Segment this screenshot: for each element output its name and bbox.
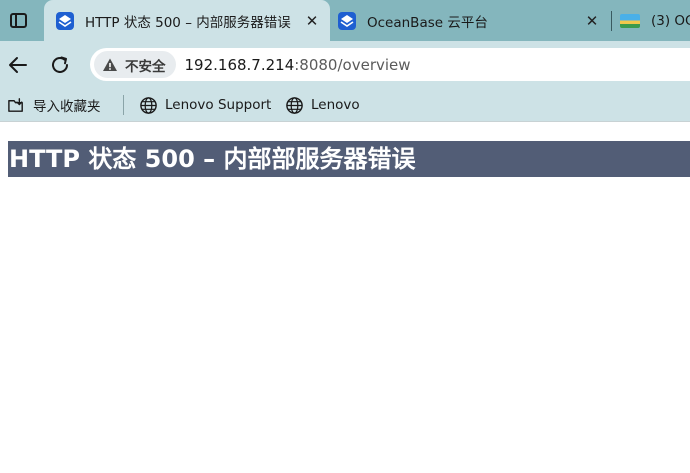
tab-actions-button[interactable]	[0, 0, 36, 41]
close-icon[interactable]: ✕	[582, 12, 602, 30]
page-content: HTTP 状态 500 – 内部部服务器错误	[0, 122, 690, 473]
url-host: 192.168.7.214	[184, 55, 295, 74]
browser-toolbar: 不安全 192.168.7.214:8080/overview	[0, 41, 690, 89]
url-path: :8080/overview	[294, 55, 411, 74]
tab-third[interactable]: (3) OC	[612, 0, 690, 41]
warning-icon	[103, 58, 117, 71]
bookmark-label: Lenovo	[311, 97, 360, 113]
bookmark-import-favorites[interactable]: 导入收藏夹	[7, 94, 101, 116]
tab-http-500[interactable]: HTTP 状态 500 – 内部服务器错误 ✕	[44, 0, 330, 41]
security-label: 不安全	[125, 58, 166, 75]
tab-title: HTTP 状态 500 – 内部服务器错误	[85, 14, 291, 31]
address-bar[interactable]: 不安全 192.168.7.214:8080/overview	[90, 48, 690, 81]
bookmark-label: Lenovo Support	[165, 97, 272, 113]
bookmark-lenovo-support[interactable]: Lenovo Support	[139, 94, 271, 116]
reload-button[interactable]	[46, 51, 74, 79]
tab-title: OceanBase 云平台	[367, 14, 488, 31]
reload-icon	[52, 56, 68, 73]
oceanbase-icon	[56, 11, 74, 30]
oceanbase-icon	[338, 11, 356, 30]
bookmarks-bar: 导入收藏夹 Lenovo Support Lenovo	[0, 89, 690, 121]
tab-oceanbase-cloud[interactable]: OceanBase 云平台 ✕	[330, 0, 608, 41]
folder-import-icon	[8, 97, 23, 112]
arrow-left-icon	[9, 57, 27, 73]
bookmark-lenovo[interactable]: Lenovo	[285, 94, 360, 116]
tab-title: (3) OC	[651, 12, 690, 29]
url-text[interactable]: 192.168.7.214:8080/overview	[185, 56, 411, 74]
site-security-button[interactable]: 不安全	[94, 51, 176, 78]
bookmark-separator	[123, 95, 124, 115]
photo-icon	[620, 13, 640, 28]
bookmark-label: 导入收藏夹	[33, 99, 101, 115]
globe-icon	[140, 96, 157, 114]
close-icon[interactable]: ✕	[302, 12, 322, 30]
tab-actions-icon	[9, 13, 27, 28]
tab-strip: HTTP 状态 500 – 内部服务器错误 ✕ OceanBase 云平台 ✕ …	[0, 0, 690, 41]
back-button[interactable]	[4, 51, 32, 79]
globe-icon	[286, 96, 303, 114]
error-heading: HTTP 状态 500 – 内部部服务器错误	[8, 141, 690, 177]
